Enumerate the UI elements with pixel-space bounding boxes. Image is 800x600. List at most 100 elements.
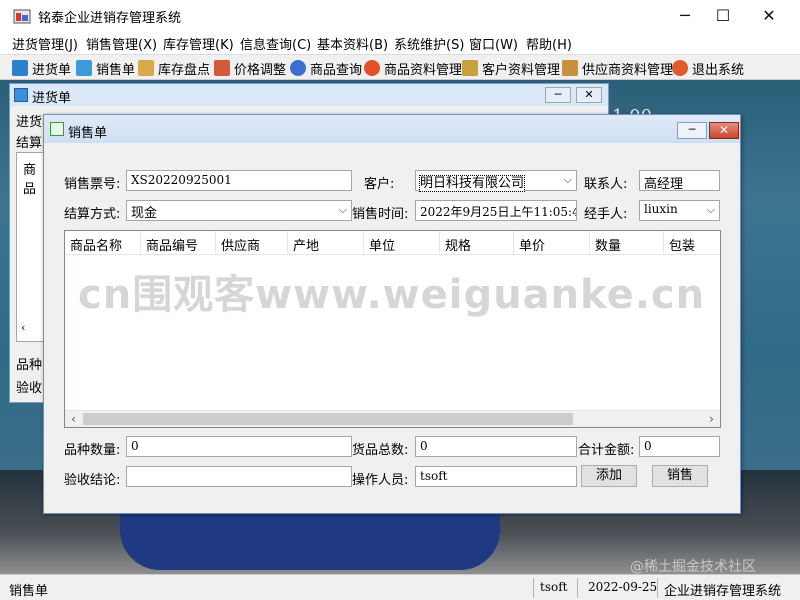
app-title: 铭泰企业进销存管理系统 xyxy=(38,11,182,26)
variety-count-field[interactable]: 0 xyxy=(126,436,352,457)
price-icon xyxy=(214,60,230,76)
toolbar-product-manage[interactable]: 商品资料管理 xyxy=(364,59,463,78)
purchase-variety-label: 品种 xyxy=(16,358,43,373)
toolbar-label: 客户资料管理 xyxy=(482,62,561,78)
ticket-label: 销售票号: xyxy=(64,177,121,192)
chevron-down-icon: ⌵ xyxy=(338,203,347,216)
operator-field[interactable]: tsoft xyxy=(415,466,577,487)
menu-basic-data[interactable]: 基本资料(B) xyxy=(317,34,388,53)
product-table[interactable]: 商品名称 商品编号 供应商 产地 单位 规格 单价 数量 包装 ‹ › xyxy=(64,230,721,428)
sales-close-button[interactable]: ✕ xyxy=(709,122,739,139)
purchase-close-button[interactable]: ✕ xyxy=(576,87,602,103)
amount-label: 合计金额: xyxy=(578,443,635,458)
column-header[interactable]: 单价 xyxy=(514,231,590,255)
sell-button[interactable]: 销售 xyxy=(652,465,708,487)
toolbar-product-search[interactable]: 商品查询 xyxy=(290,59,362,78)
sales-icon xyxy=(76,60,92,76)
total-amount-field[interactable]: 0 xyxy=(639,436,720,457)
menu-inventory[interactable]: 库存管理(K) xyxy=(163,34,234,53)
ticket-number-field[interactable]: XS20220925001 xyxy=(126,170,352,191)
toolbar-inventory[interactable]: 库存盘点 xyxy=(138,59,211,78)
app-icon xyxy=(13,9,31,24)
toolbar-customer-manage[interactable]: 客户资料管理 xyxy=(462,59,561,78)
status-user: tsoft xyxy=(540,580,568,594)
sales-window-title: 销售单 xyxy=(68,126,108,141)
status-divider xyxy=(657,578,658,598)
exit-icon xyxy=(672,60,688,76)
status-date: 2022-09-25 xyxy=(588,580,658,594)
toolbar-label: 退出系统 xyxy=(692,62,745,78)
supplier-icon xyxy=(562,60,578,76)
menu-query[interactable]: 信息查询(C) xyxy=(240,34,311,53)
toolbar-purchase[interactable]: 进货单 xyxy=(12,59,72,78)
status-divider xyxy=(533,578,534,598)
purchase-minimize-button[interactable]: ─ xyxy=(545,87,571,103)
check-result-field[interactable] xyxy=(126,466,352,487)
menu-sales[interactable]: 销售管理(X) xyxy=(86,34,157,53)
handler-select[interactable]: liuxin ⌵ xyxy=(639,200,720,221)
status-divider xyxy=(577,578,578,598)
toolbar-label: 进货单 xyxy=(32,62,72,78)
toolbar-supplier-manage[interactable]: 供应商资料管理 xyxy=(562,59,674,78)
toolbar-label: 价格调整 xyxy=(234,62,287,78)
corner-watermark: @稀土掘金技术社区 xyxy=(630,559,756,575)
sales-minimize-button[interactable]: ─ xyxy=(677,122,707,139)
column-header[interactable]: 商品编号 xyxy=(141,231,216,255)
sales-window[interactable]: 销售单 ─ ✕ 销售票号: XS20220925001 客户: 明日科技有限公司… xyxy=(43,114,741,514)
time-label: 销售时间: xyxy=(352,207,409,222)
total-qty-field[interactable]: 0 xyxy=(415,436,577,457)
toolbar-exit[interactable]: 退出系统 xyxy=(672,59,745,78)
total-qty-label: 货品总数: xyxy=(352,443,409,458)
add-button[interactable]: 添加 xyxy=(581,465,637,487)
menu-window[interactable]: 窗口(W) xyxy=(469,34,518,53)
status-bar: 销售单 tsoft 2022-09-25 企业进销存管理系统 xyxy=(0,574,800,600)
purchase-check-label: 验收 xyxy=(16,381,43,396)
variety-label: 品种数量: xyxy=(64,443,121,458)
search-icon xyxy=(290,60,306,76)
toolbar-label: 商品资料管理 xyxy=(384,62,463,78)
payment-select[interactable]: 现金 ⌵ xyxy=(126,200,352,221)
scroll-left-icon[interactable]: ‹ xyxy=(65,411,82,428)
column-header[interactable]: 规格 xyxy=(440,231,514,255)
product-icon xyxy=(364,60,380,76)
toolbar-label: 销售单 xyxy=(96,62,136,78)
menu-system[interactable]: 系统维护(S) xyxy=(394,34,464,53)
horizontal-scrollbar[interactable]: ‹ › xyxy=(65,410,720,427)
purchase-window-title: 进货单 xyxy=(32,91,72,106)
customer-icon xyxy=(462,60,478,76)
column-header[interactable]: 产地 xyxy=(288,231,364,255)
purchase-window-icon xyxy=(14,88,28,102)
check-label: 验收结论: xyxy=(64,473,121,488)
toolbar-label: 供应商资料管理 xyxy=(582,62,674,78)
column-header[interactable]: 供应商 xyxy=(216,231,288,255)
menu-bar: 进货管理(J) 销售管理(X) 库存管理(K) 信息查询(C) 基本资料(B) … xyxy=(0,31,800,53)
chevron-down-icon: ⌵ xyxy=(706,203,715,216)
purchase-window-titlebar[interactable]: 进货单 ─ ✕ xyxy=(10,84,608,106)
toolbar-price[interactable]: 价格调整 xyxy=(214,59,287,78)
close-button[interactable]: ✕ xyxy=(746,0,792,31)
customer-selected-value: 明日科技有限公司 xyxy=(418,175,526,192)
menu-purchase[interactable]: 进货管理(J) xyxy=(12,34,78,53)
purchase-grid[interactable]: 商品 ‹ xyxy=(16,152,46,342)
column-header[interactable]: 数量 xyxy=(590,231,664,255)
scroll-right-icon[interactable]: › xyxy=(703,411,720,428)
sales-time-picker[interactable]: 2022年9月25日上午11:05:41 xyxy=(415,200,577,221)
menu-help[interactable]: 帮助(H) xyxy=(526,34,572,53)
sales-window-titlebar[interactable]: 销售单 ─ ✕ xyxy=(44,115,740,143)
sales-window-icon xyxy=(50,122,64,136)
contact-field[interactable]: 高经理 xyxy=(639,170,720,191)
customer-select[interactable]: 明日科技有限公司 ⌵ xyxy=(415,170,577,192)
handler-label: 经手人: xyxy=(584,207,628,222)
toolbar-label: 库存盘点 xyxy=(158,62,211,78)
maximize-button[interactable]: ☐ xyxy=(700,0,746,31)
contact-label: 联系人: xyxy=(584,177,628,192)
title-bar: 铭泰企业进销存管理系统 ─ ☐ ✕ xyxy=(0,0,800,31)
purchase-scroll-left[interactable]: ‹ xyxy=(21,321,25,334)
column-header[interactable]: 商品名称 xyxy=(65,231,141,255)
toolbar-sales[interactable]: 销售单 xyxy=(76,59,136,78)
toolbar: 进货单 销售单 库存盘点 价格调整 商品查询 商品资料管理 客户资料管理 供应商… xyxy=(0,54,800,80)
payment-selected-value: 现金 xyxy=(131,206,158,221)
column-header[interactable]: 单位 xyxy=(364,231,440,255)
column-header[interactable]: 包装 xyxy=(664,231,720,255)
scrollbar-thumb[interactable] xyxy=(83,413,573,425)
